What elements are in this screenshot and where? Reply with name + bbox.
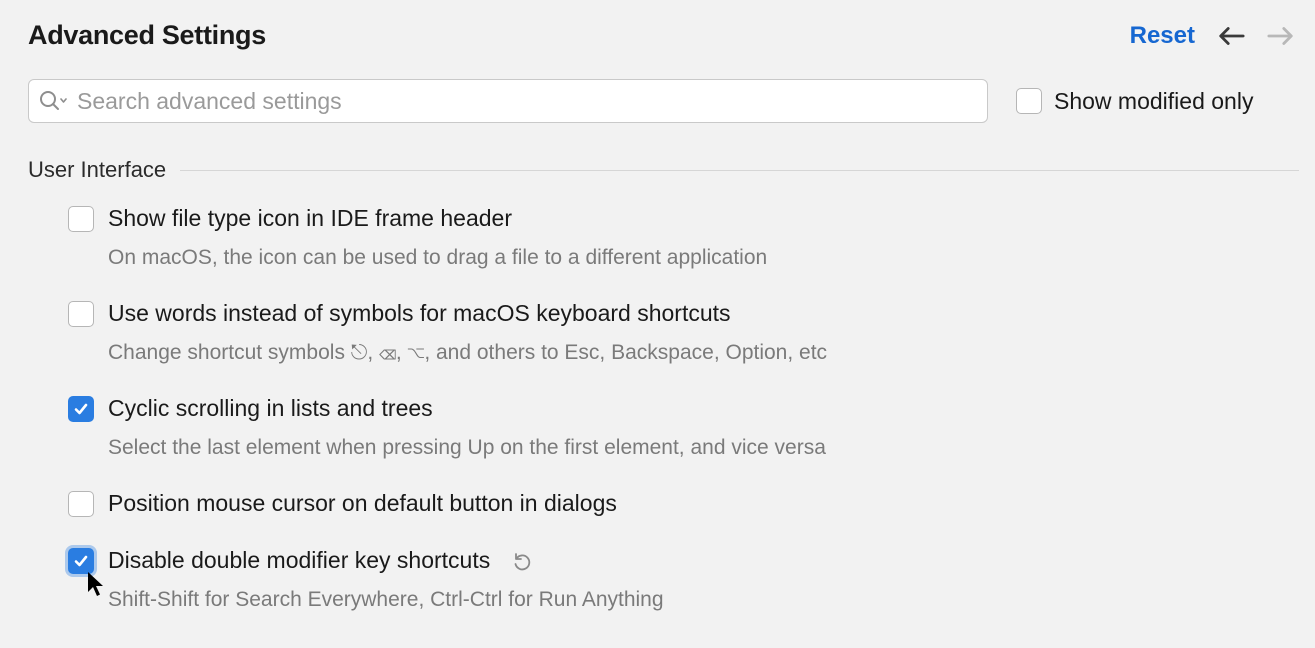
setting-label: Position mouse cursor on default button … (108, 490, 617, 517)
setting-row[interactable]: Cyclic scrolling in lists and trees (68, 395, 1259, 422)
setting-row[interactable]: Show file type icon in IDE frame header (68, 205, 1259, 232)
revert-icon[interactable] (510, 550, 532, 572)
arrow-left-icon (1217, 24, 1245, 48)
page-title: Advanced Settings (28, 20, 266, 51)
setting-label: Use words instead of symbols for macOS k… (108, 300, 731, 327)
setting-checkbox[interactable] (68, 301, 94, 327)
setting-item: Show file type icon in IDE frame header O… (68, 205, 1259, 270)
setting-item: Cyclic scrolling in lists and trees Selec… (68, 395, 1259, 460)
arrow-right-icon (1267, 24, 1295, 48)
setting-description: Change shortcut symbols ⎋, ⌫, ⌥, and oth… (108, 341, 1259, 365)
section-divider (180, 170, 1299, 171)
setting-checkbox[interactable] (68, 491, 94, 517)
setting-label: Cyclic scrolling in lists and trees (108, 395, 433, 422)
setting-item: Disable double modifier key shortcuts Shi… (68, 547, 1259, 612)
setting-description: On macOS, the icon can be used to drag a… (108, 246, 1259, 270)
search-input-container[interactable] (28, 79, 988, 123)
setting-row[interactable]: Use words instead of symbols for macOS k… (68, 300, 1259, 327)
setting-row[interactable]: Disable double modifier key shortcuts (68, 547, 1259, 574)
search-input[interactable] (77, 88, 977, 115)
setting-checkbox[interactable] (68, 396, 94, 422)
setting-checkbox[interactable] (68, 206, 94, 232)
show-modified-only-label: Show modified only (1054, 88, 1253, 115)
setting-label: Disable double modifier key shortcuts (108, 547, 490, 574)
section-title: User Interface (28, 157, 166, 183)
setting-row[interactable]: Position mouse cursor on default button … (68, 490, 1259, 517)
reset-button[interactable]: Reset (1130, 22, 1195, 50)
show-modified-only-checkbox[interactable] (1016, 88, 1042, 114)
forward-button[interactable] (1267, 22, 1295, 50)
show-modified-only-toggle[interactable]: Show modified only (1016, 88, 1253, 115)
setting-item: Use words instead of symbols for macOS k… (68, 300, 1259, 365)
setting-item: Position mouse cursor on default button … (68, 490, 1259, 517)
setting-description: Shift-Shift for Search Everywhere, Ctrl-… (108, 588, 1259, 612)
back-button[interactable] (1217, 22, 1245, 50)
setting-description: Select the last element when pressing Up… (108, 436, 1259, 460)
setting-checkbox[interactable] (68, 548, 94, 574)
search-icon (39, 90, 67, 112)
setting-label: Show file type icon in IDE frame header (108, 205, 512, 232)
